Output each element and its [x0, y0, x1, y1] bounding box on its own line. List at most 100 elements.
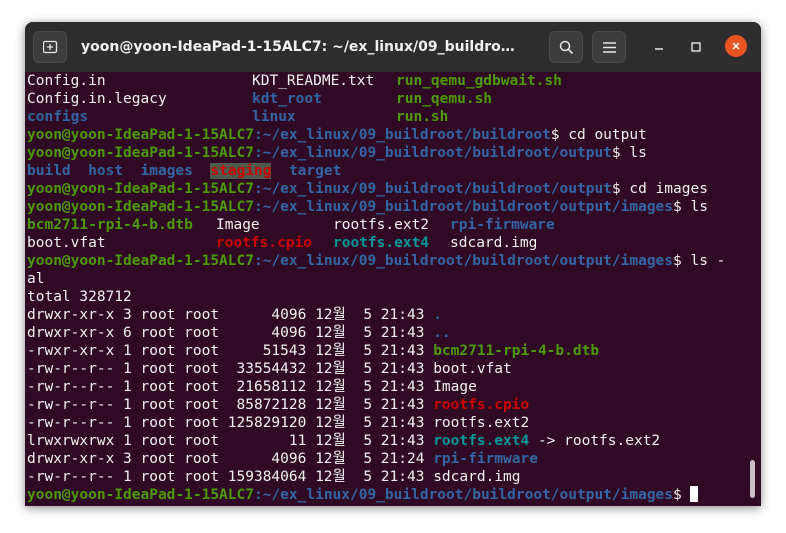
file-name: run_qemu.sh [396, 91, 493, 107]
file-meta: -rw-r--r-- 1 root root 33554432 12월 5 21… [27, 361, 434, 377]
minimize-button[interactable] [650, 38, 668, 56]
file-name: rpi-firmware [433, 451, 538, 467]
prompt-line: yoon@yoon-IdeaPad-1-15ALC7:~/ex_linux/09… [27, 180, 747, 198]
file-name: rootfs.cpio [433, 397, 530, 413]
menu-button[interactable] [592, 31, 626, 63]
prompt-line: yoon@yoon-IdeaPad-1-15ALC7:~/ex_linux/09… [27, 486, 747, 504]
command-text: $ cd output [550, 127, 647, 143]
command-text: $ cd images [611, 181, 708, 197]
file-name: rootfs.ext2 [333, 217, 430, 233]
file-name: . [433, 307, 442, 323]
file-name: Image [433, 379, 477, 395]
command-text: $ ls [673, 199, 708, 215]
total-line: total 328712 [27, 288, 747, 306]
long-listing-row: -rwxr-xr-x 1 root root 51543 12월 5 21:43… [27, 342, 747, 360]
file-name: staging [210, 163, 272, 179]
search-button[interactable] [549, 31, 583, 63]
search-icon [559, 40, 574, 55]
prompt-line: yoon@yoon-IdeaPad-1-15ALC7:~/ex_linux/09… [27, 144, 747, 162]
command-text: al [27, 271, 45, 287]
prompt-line: yoon@yoon-IdeaPad-1-15ALC7:~/ex_linux/09… [27, 198, 747, 216]
title-bar[interactable]: yoon@yoon-IdeaPad-1-15ALC7: ~/ex_linux/0… [25, 22, 761, 72]
new-tab-button[interactable] [33, 31, 67, 63]
command-text: $ ls [611, 145, 647, 161]
text-cursor [690, 486, 699, 502]
listing-row: Config.in.legacy kdt_root run_qemu.sh [27, 90, 747, 108]
window-title: yoon@yoon-IdeaPad-1-15ALC7: ~/ex_linux/0… [81, 39, 521, 55]
long-listing-row: drwxr-xr-x 6 root root 4096 12월 5 21:43 … [27, 324, 747, 342]
prompt-path: :~/ex_linux/09_buildroot/buildroot/outpu… [253, 199, 674, 215]
file-meta: -rw-r--r-- 1 root root 21658112 12월 5 21… [27, 379, 434, 395]
file-name: run.sh [396, 109, 449, 125]
terminal-lines: Config.in KDT_README.txt run_qemu_gdbwait.… [27, 72, 747, 504]
file-name: boot.vfat [27, 235, 106, 251]
prompt-user: yoon@yoon-IdeaPad-1-15ALC7 [27, 253, 254, 269]
file-name: rpi-firmware [450, 217, 555, 233]
prompt-user: yoon@yoon-IdeaPad-1-15ALC7 [27, 199, 254, 215]
file-meta: -rw-r--r-- 1 root root 85872128 12월 5 21… [27, 397, 434, 413]
file-name: .. [433, 325, 451, 341]
listing-row: Config.in KDT_README.txt run_qemu_gdbwait.… [27, 72, 747, 90]
long-listing-row: -rw-r--r-- 1 root root 85872128 12월 5 21… [27, 396, 747, 414]
prompt-path: :~/ex_linux/09_buildroot/buildroot/outpu… [253, 253, 674, 269]
file-meta: -rw-r--r-- 1 root root 125829120 12월 5 2… [27, 415, 434, 431]
minimize-icon [650, 38, 668, 56]
file-name: bcm2711-rpi-4-b.dtb [433, 343, 600, 359]
long-listing-row: lrwxrwxrwx 1 root root 11 12월 5 21:43 ro… [27, 432, 747, 450]
close-button[interactable] [725, 35, 747, 57]
file-name: sdcard.img [433, 469, 521, 485]
prompt-path: :~/ex_linux/09_buildroot/buildroot/outpu… [253, 145, 612, 161]
file-name: Image [216, 217, 260, 233]
file-meta: lrwxrwxrwx 1 root root 11 12월 5 21:43 [27, 433, 434, 449]
file-meta: -rwxr-xr-x 1 root root 51543 12월 5 21:43 [27, 343, 434, 359]
file-name: host [88, 163, 124, 179]
prompt-path: :~/ex_linux/09_buildroot/buildroot/outpu… [253, 181, 612, 197]
separator [271, 163, 288, 179]
file-name: run_qemu_gdbwait.sh [396, 73, 562, 89]
maximize-icon [687, 38, 705, 56]
command-text: $ ls - [673, 253, 726, 269]
long-listing-row: -rw-r--r-- 1 root root 125829120 12월 5 2… [27, 414, 747, 432]
listing-row: configs linux run.sh [27, 108, 747, 126]
listing-row: bcm2711-rpi-4-b.dtb Image rootfs.ext2 rpi-f… [27, 216, 747, 234]
separator [123, 163, 140, 179]
prompt-path: :~/ex_linux/09_buildroot/buildroot/outpu… [253, 487, 674, 503]
listing-row: boot.vfat rootfs.cpio rootfs.ext4 sdcard.im… [27, 234, 747, 252]
new-tab-icon [43, 40, 58, 55]
prompt-user: yoon@yoon-IdeaPad-1-15ALC7 [27, 145, 254, 161]
long-listing-row: drwxr-xr-x 3 root root 4096 12월 5 21:24 … [27, 450, 747, 468]
file-meta: drwxr-xr-x 6 root root 4096 12월 5 21:43 [27, 325, 434, 341]
file-name: images [140, 163, 193, 179]
long-listing-row: -rw-r--r-- 1 root root 33554432 12월 5 21… [27, 360, 747, 378]
command-text: $ [673, 487, 691, 503]
terminal-window: yoon@yoon-IdeaPad-1-15ALC7: ~/ex_linux/0… [25, 22, 761, 506]
file-name: rootfs.ext2 [433, 415, 530, 431]
prompt-line: yoon@yoon-IdeaPad-1-15ALC7:~/ex_linux/09… [27, 126, 747, 144]
terminal-output[interactable]: Config.in KDT_README.txt run_qemu_gdbwait.… [25, 72, 761, 506]
listing-row: build host images staging target [27, 162, 747, 180]
file-name: configs [27, 109, 89, 125]
file-meta: -rw-r--r-- 1 root root 159384064 12월 5 2… [27, 469, 434, 485]
file-meta: drwxr-xr-x 3 root root 4096 12월 5 21:43 [27, 307, 434, 323]
file-name: rootfs.ext4 [433, 433, 530, 449]
prompt-user: yoon@yoon-IdeaPad-1-15ALC7 [27, 487, 254, 503]
prompt-user: yoon@yoon-IdeaPad-1-15ALC7 [27, 127, 254, 143]
prompt-user: yoon@yoon-IdeaPad-1-15ALC7 [27, 181, 254, 197]
file-name: rootfs.ext4 [333, 235, 430, 251]
file-name: KDT_README.txt [252, 73, 375, 89]
file-name: rootfs.cpio [216, 235, 313, 251]
file-name: Config.in [27, 73, 106, 89]
link-target: -> rootfs.ext2 [529, 433, 661, 449]
file-name: kdt_root [252, 91, 322, 107]
scrollbar[interactable] [750, 460, 755, 498]
separator [71, 163, 88, 179]
file-name: target [288, 163, 342, 179]
separator [193, 163, 210, 179]
file-name: build [27, 163, 71, 179]
long-listing-row: -rw-r--r-- 1 root root 21658112 12월 5 21… [27, 378, 747, 396]
file-name: Config.in.legacy [27, 91, 167, 107]
maximize-button[interactable] [687, 38, 705, 56]
total-text: total 328712 [27, 289, 132, 305]
file-meta: drwxr-xr-x 3 root root 4096 12월 5 21:24 [27, 451, 434, 467]
file-name: sdcard.img [450, 235, 538, 251]
